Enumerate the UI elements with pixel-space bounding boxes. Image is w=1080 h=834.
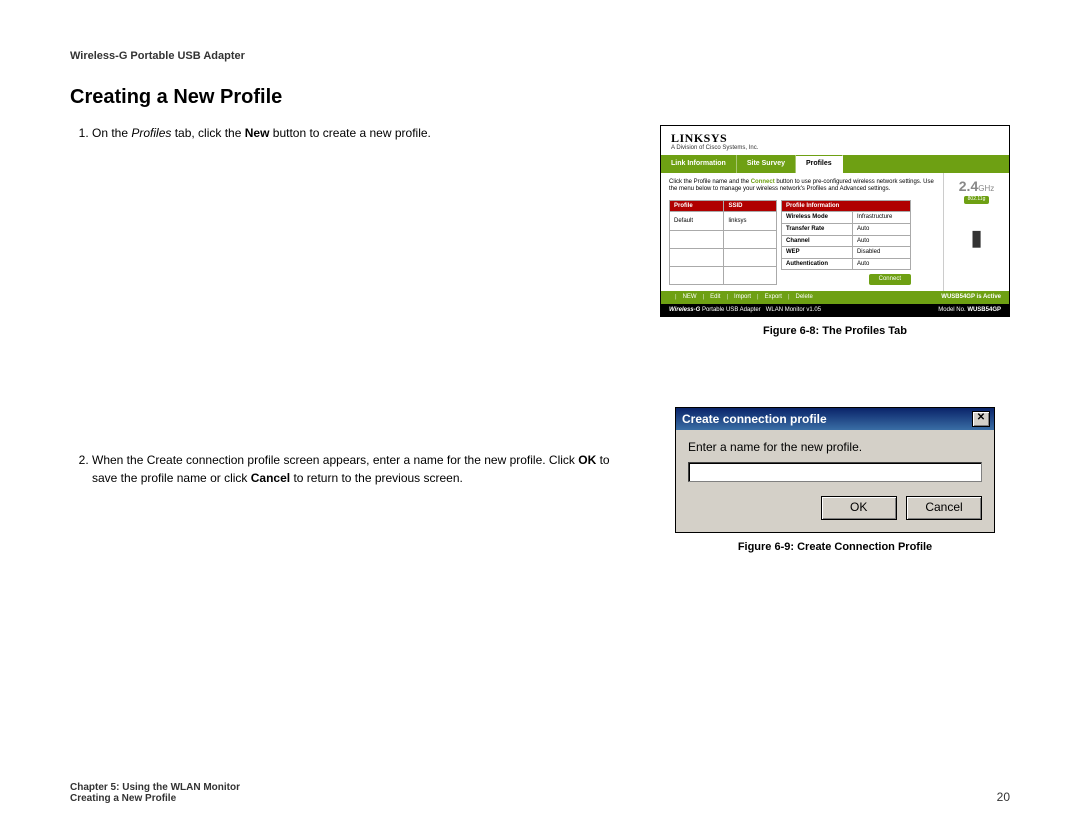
cancel-button[interactable]: Cancel: [906, 496, 982, 520]
delete-button[interactable]: Delete: [796, 294, 813, 301]
dialog-prompt: Enter a name for the new profile.: [688, 440, 982, 454]
tab-link-information[interactable]: Link Information: [661, 155, 737, 173]
profile-row[interactable]: Default linksys: [670, 212, 777, 230]
dialog-title: Create connection profile: [682, 412, 827, 426]
col-ssid: SSID: [724, 200, 777, 212]
step2-pre: When the Create connection profile scree…: [92, 453, 578, 467]
step1-pre: On the: [92, 126, 131, 140]
linksys-tagline: A Division of Cisco Systems, Inc.: [671, 145, 999, 152]
tab-profiles[interactable]: Profiles: [796, 155, 843, 173]
step-2: When the Create connection profile scree…: [92, 452, 638, 487]
figure-create-connection-dialog: Create connection profile ✕ Enter a name…: [675, 407, 995, 533]
edit-button[interactable]: Edit: [710, 294, 720, 301]
import-button[interactable]: Import: [734, 294, 751, 301]
instruction-text: On the Profiles tab, click the New butto…: [70, 125, 638, 583]
figure-8-caption: Figure 6-8: The Profiles Tab: [660, 325, 1010, 337]
section-title: Creating a New Profile: [70, 86, 1010, 109]
linksys-logo: LINKSYS: [671, 132, 999, 145]
device-icon: ▮: [950, 226, 1003, 250]
info-header: Profile Information: [782, 200, 911, 212]
footer-chapter-info: Chapter 5: Using the WLAN Monitor Creati…: [70, 782, 240, 804]
step1-post: button to create a new profile.: [269, 126, 430, 140]
profile-list-table: Profile SSID Default linksys: [669, 200, 777, 285]
step1-new-word: New: [245, 126, 270, 140]
tab-bar: Link Information Site Survey Profiles: [661, 155, 1009, 173]
profile-info-table: Profile Information Wireless ModeInfrast…: [781, 200, 911, 271]
profile-name-input[interactable]: [688, 462, 982, 482]
page-number: 20: [997, 790, 1010, 804]
figure-9-caption: Figure 6-9: Create Connection Profile: [660, 541, 1010, 553]
step1-profiles-word: Profiles: [131, 126, 171, 140]
new-button[interactable]: NEW: [683, 294, 697, 301]
figure-profiles-tab: LINKSYS A Division of Cisco Systems, Inc…: [660, 125, 1010, 317]
step2-post: to return to the previous screen.: [290, 471, 463, 485]
footer-bar: Wireless-G Portable USB Adapter WLAN Mon…: [661, 304, 1009, 317]
step2-cancel-word: Cancel: [251, 471, 290, 485]
export-button[interactable]: Export: [765, 294, 782, 301]
step-1: On the Profiles tab, click the New butto…: [92, 125, 638, 142]
ok-button[interactable]: OK: [821, 496, 897, 520]
col-profile: Profile: [670, 200, 724, 212]
step2-ok-word: OK: [578, 453, 596, 467]
product-header: Wireless-G Portable USB Adapter: [70, 50, 1010, 62]
adapter-status: WUSB54GP is Active: [941, 294, 1001, 301]
ghz-indicator: 2.4GHz: [950, 179, 1003, 194]
tab-site-survey[interactable]: Site Survey: [737, 155, 796, 173]
wifi-standard-badge: 802.11g: [964, 196, 990, 204]
close-button[interactable]: ✕: [972, 411, 990, 427]
connect-button[interactable]: Connect: [869, 274, 911, 285]
instruction-note: Click the Profile name and the Connect b…: [669, 179, 935, 194]
action-bar: |NEW |Edit |Import |Export |Delete WUSB5…: [661, 291, 1009, 304]
step1-mid: tab, click the: [171, 126, 244, 140]
